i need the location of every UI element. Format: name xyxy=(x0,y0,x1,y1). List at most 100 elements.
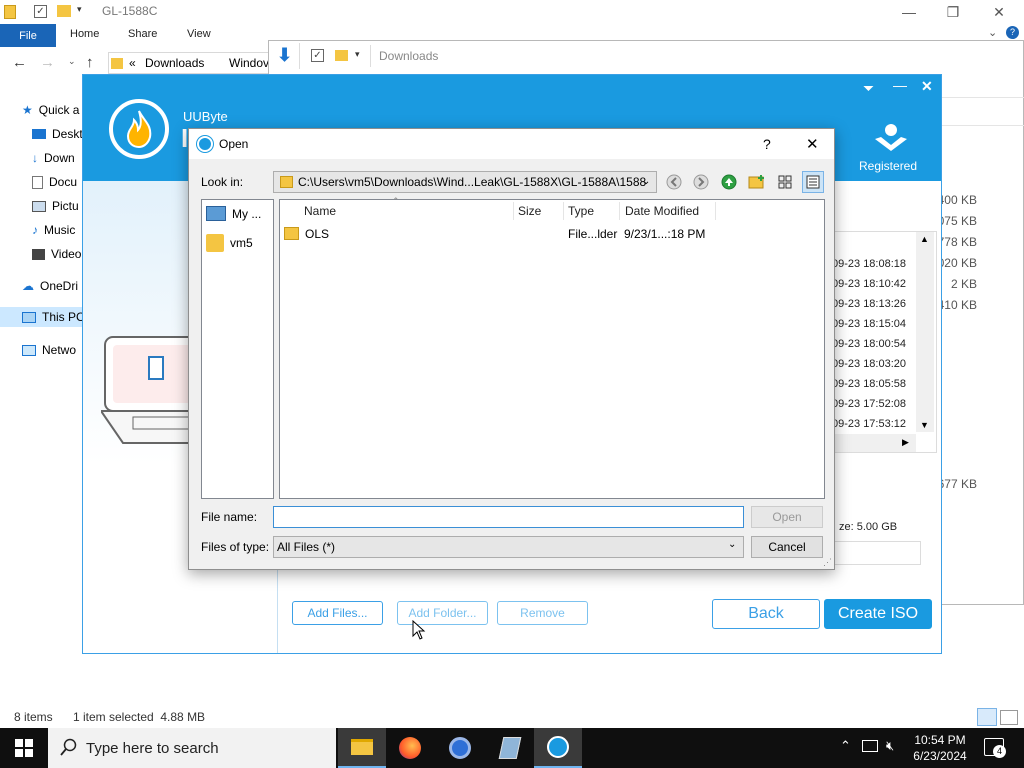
back-button[interactable]: Back xyxy=(712,599,820,629)
list-item-date: 09-23 18:03:20 xyxy=(832,358,907,370)
network-icon[interactable] xyxy=(862,740,878,752)
chevron-up-icon[interactable]: ⌃ xyxy=(840,738,851,754)
taskbar-file-explorer[interactable] xyxy=(338,728,386,768)
vertical-scrollbar[interactable] xyxy=(916,232,934,432)
nav-label: Video xyxy=(51,247,82,261)
computer-icon xyxy=(22,311,36,323)
column-divider xyxy=(715,202,716,220)
cancel-button[interactable]: Cancel xyxy=(751,536,823,558)
remove-button[interactable]: Remove xyxy=(497,601,588,625)
customize-toolbar-icon[interactable]: ▾ xyxy=(77,4,82,15)
pictures-icon xyxy=(32,200,46,212)
details-view-icon[interactable] xyxy=(977,708,997,726)
column-divider xyxy=(619,202,620,220)
files-of-type-value: All Files (*) xyxy=(277,540,336,554)
customize-toolbar-icon[interactable]: ▾ xyxy=(355,49,360,60)
new-folder-icon[interactable] xyxy=(57,5,71,17)
taskbar-firefox[interactable] xyxy=(386,728,434,768)
tab-view[interactable]: View xyxy=(187,28,211,40)
menu-icon[interactable]: ⏷ xyxy=(863,80,874,97)
up-folder-icon[interactable] xyxy=(718,171,740,193)
taskbar-app-notepad[interactable] xyxy=(486,728,534,768)
close-button[interactable]: ✕ xyxy=(806,135,819,153)
new-folder-icon[interactable] xyxy=(746,171,768,193)
separator xyxy=(370,45,371,67)
speaker-muted-icon[interactable]: 🔇︎ xyxy=(886,738,894,754)
add-folder-button[interactable]: Add Folder... xyxy=(397,601,488,625)
column-size[interactable]: Size xyxy=(518,204,541,218)
system-clock[interactable]: 10:54 PM 6/23/2024 xyxy=(898,732,982,764)
forward-arrow-icon[interactable]: → xyxy=(40,54,55,71)
address-path[interactable]: « Downloads Windov xyxy=(108,52,270,74)
minimize-button[interactable]: — xyxy=(893,77,907,93)
close-button[interactable]: ✕ xyxy=(921,78,933,95)
scroll-down-icon[interactable]: ▼ xyxy=(920,420,929,430)
row-name: OLS xyxy=(305,227,330,241)
create-iso-button[interactable]: Create ISO xyxy=(824,599,932,629)
nav-this-pc[interactable]: This PC xyxy=(0,307,90,327)
tab-file[interactable]: File xyxy=(0,24,56,47)
explorer-title: GL-1588C xyxy=(102,4,158,18)
scroll-right-icon[interactable]: ▶ xyxy=(902,437,909,448)
notepad-icon xyxy=(498,737,522,759)
column-date-modified[interactable]: Date Modified xyxy=(625,204,699,218)
column-divider xyxy=(563,202,564,220)
minimize-button[interactable]: — xyxy=(886,0,932,24)
chevron-down-icon: ⌄ xyxy=(642,176,651,187)
properties-icon[interactable]: ✓ xyxy=(34,5,47,18)
help-button[interactable]: ? xyxy=(763,136,771,152)
download-icon: ⬇ xyxy=(277,45,293,65)
notification-center-icon[interactable]: 4 xyxy=(984,738,1006,758)
recent-locations-icon[interactable]: ⌄ xyxy=(68,56,76,67)
properties-icon[interactable]: ✓ xyxy=(311,49,324,62)
resize-grip-icon[interactable]: ⋰ xyxy=(823,557,832,568)
breadcrumb-windows[interactable]: Windov xyxy=(229,56,269,70)
column-name[interactable]: Name xyxy=(304,204,336,218)
tab-share[interactable]: Share xyxy=(128,28,157,40)
taskbar-uubyte[interactable] xyxy=(534,728,582,768)
file-list: Name ⌃ Size Type Date Modified OLS File.… xyxy=(279,196,825,499)
expand-ribbon-icon[interactable]: ⌄ xyxy=(988,26,997,39)
look-in-dropdown[interactable]: C:\Users\vm5\Downloads\Wind...Leak\GL-15… xyxy=(273,171,657,193)
nav-label: OneDri xyxy=(40,279,79,293)
column-type[interactable]: Type xyxy=(568,204,594,218)
forward-icon[interactable] xyxy=(690,171,712,193)
user-folder-icon xyxy=(206,234,224,252)
new-folder-icon[interactable] xyxy=(335,50,348,61)
list-item-date: 09-23 18:05:58 xyxy=(832,378,907,390)
file-size: 400 KB xyxy=(937,193,977,207)
close-button[interactable]: ✕ xyxy=(976,0,1022,24)
add-files-button[interactable]: Add Files... xyxy=(292,601,383,625)
back-arrow-icon[interactable]: ← xyxy=(12,54,27,71)
place-my-computer[interactable]: My ... xyxy=(206,206,261,221)
nav-label: Docu xyxy=(49,175,78,189)
folder-icon xyxy=(111,58,123,69)
file-size: 677 KB xyxy=(937,477,977,491)
list-view-icon[interactable] xyxy=(774,171,796,193)
scroll-up-icon[interactable]: ▲ xyxy=(920,234,929,244)
back-icon[interactable] xyxy=(663,171,685,193)
large-icons-view-icon[interactable] xyxy=(1000,710,1018,725)
cloud-icon: ☁ xyxy=(22,279,34,293)
place-user-folder[interactable]: vm5 xyxy=(206,234,253,252)
breadcrumb-downloads[interactable]: Downloads xyxy=(145,56,204,70)
taskbar-chrome[interactable] xyxy=(436,728,484,768)
open-button[interactable]: Open xyxy=(751,506,823,528)
tab-home[interactable]: Home xyxy=(70,28,99,40)
up-arrow-icon[interactable]: ↑ xyxy=(86,54,94,71)
files-of-type-dropdown[interactable]: All Files (*) ⌄ xyxy=(273,536,744,558)
nav-label: Deskt xyxy=(52,127,83,141)
help-icon[interactable]: ? xyxy=(1006,26,1019,39)
look-in-path: C:\Users\vm5\Downloads\Wind...Leak\GL-15… xyxy=(298,175,647,189)
start-button[interactable] xyxy=(0,728,48,768)
place-label: vm5 xyxy=(230,236,253,250)
nav-label: Music xyxy=(44,223,76,237)
computer-icon xyxy=(206,206,226,221)
chromium-icon xyxy=(449,737,471,759)
table-row[interactable]: OLS File...lder 9/23/1...:18 PM xyxy=(280,224,710,244)
file-name-input[interactable] xyxy=(273,506,744,528)
taskbar-search-box[interactable]: Type here to search xyxy=(48,728,336,768)
output-field[interactable] xyxy=(831,541,921,565)
details-view-icon[interactable] xyxy=(802,171,824,193)
maximize-button[interactable]: ❐ xyxy=(930,0,976,24)
